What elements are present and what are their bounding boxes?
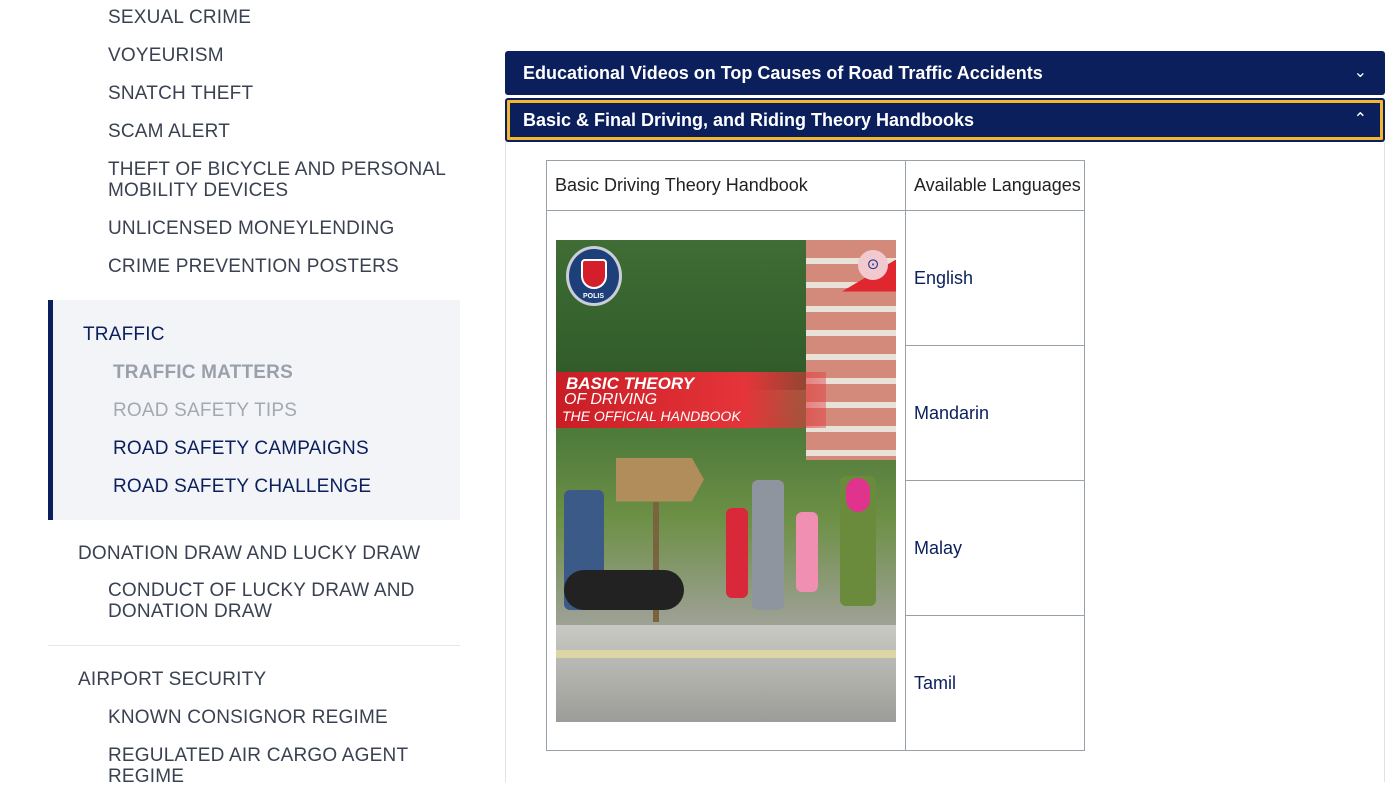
sidebar-item-known-consignor-regime[interactable]: KNOWN CONSIGNOR REGIME bbox=[108, 707, 388, 728]
handbook-cover-cell: POLIS ⊙ BASIC THEORY OF DRIVING THE OFFI… bbox=[546, 210, 906, 751]
sidebar-item-theft-of-bicycle-line2[interactable]: MOBILITY DEVICES bbox=[108, 180, 288, 201]
language-link-mandarin[interactable]: Mandarin bbox=[905, 345, 1085, 481]
sidebar-item-road-safety-tips[interactable]: ROAD SAFETY TIPS bbox=[113, 400, 297, 421]
sidebar-item-regulated-air-cargo-agent-line2[interactable]: REGIME bbox=[108, 766, 184, 787]
accordion-theory-handbooks[interactable]: Basic & Final Driving, and Riding Theory… bbox=[505, 98, 1385, 142]
sidebar-item-road-safety-challenge[interactable]: ROAD SAFETY CHALLENGE bbox=[113, 476, 371, 497]
accordion-educational-videos[interactable]: Educational Videos on Top Causes of Road… bbox=[505, 51, 1385, 95]
sidebar-divider bbox=[48, 645, 460, 646]
language-link-english[interactable]: English bbox=[905, 210, 1085, 346]
sidebar-item-conduct-of-lucky-draw-line2[interactable]: DONATION DRAW bbox=[108, 601, 272, 622]
language-link-malay[interactable]: Malay bbox=[905, 480, 1085, 616]
zoom-icon[interactable]: ⊙ bbox=[858, 249, 888, 280]
sidebar-item-snatch-theft[interactable]: SNATCH THEFT bbox=[108, 83, 253, 104]
handbook-cover-image[interactable]: POLIS ⊙ BASIC THEORY OF DRIVING THE OFFI… bbox=[556, 239, 896, 722]
sidebar-item-sexual-crime[interactable]: SEXUAL CRIME bbox=[108, 7, 251, 28]
language-link-tamil[interactable]: Tamil bbox=[905, 615, 1085, 751]
sidebar-item-scam-alert[interactable]: SCAM ALERT bbox=[108, 121, 230, 142]
sidebar-item-regulated-air-cargo-agent[interactable]: REGULATED AIR CARGO AGENT bbox=[108, 745, 408, 766]
sidebar-nav: SEXUAL CRIME VOYEURISM SNATCH THEFT SCAM… bbox=[48, 0, 460, 787]
sidebar-item-road-safety-campaigns[interactable]: ROAD SAFETY CAMPAIGNS bbox=[113, 438, 369, 459]
handbook-table: Basic Driving Theory Handbook Available … bbox=[546, 160, 1085, 751]
table-header-languages: Available Languages bbox=[905, 160, 1085, 211]
chevron-down-icon: ⌄ bbox=[1353, 64, 1367, 81]
sidebar-item-theft-of-bicycle[interactable]: THEFT OF BICYCLE AND PERSONAL bbox=[108, 159, 446, 180]
table-header-handbook: Basic Driving Theory Handbook bbox=[546, 160, 906, 211]
sidebar-item-traffic[interactable]: TRAFFIC bbox=[83, 324, 165, 345]
sidebar-item-traffic-matters[interactable]: TRAFFIC MATTERS bbox=[113, 362, 293, 383]
chevron-up-icon: ⌃ bbox=[1353, 111, 1367, 128]
police-crest-logo: POLIS bbox=[566, 245, 622, 306]
sidebar-item-voyeurism[interactable]: VOYEURISM bbox=[108, 45, 224, 66]
cover-title-banner: BASIC THEORY OF DRIVING THE OFFICIAL HAN… bbox=[556, 371, 826, 428]
accordion-title: Basic & Final Driving, and Riding Theory… bbox=[523, 110, 975, 130]
traffic-section: TRAFFIC TRAFFIC MATTERS ROAD SAFETY TIPS… bbox=[48, 300, 460, 520]
sidebar-item-crime-prevention-posters[interactable]: CRIME PREVENTION POSTERS bbox=[108, 256, 399, 277]
accordion-title: Educational Videos on Top Causes of Road… bbox=[523, 63, 1043, 83]
sidebar-item-unlicensed-moneylending[interactable]: UNLICENSED MONEYLENDING bbox=[108, 218, 394, 239]
sidebar-item-donation-draw[interactable]: DONATION DRAW AND LUCKY DRAW bbox=[78, 543, 420, 564]
sidebar-item-conduct-of-lucky-draw[interactable]: CONDUCT OF LUCKY DRAW AND bbox=[108, 580, 415, 601]
sidebar-item-airport-security[interactable]: AIRPORT SECURITY bbox=[78, 669, 266, 690]
